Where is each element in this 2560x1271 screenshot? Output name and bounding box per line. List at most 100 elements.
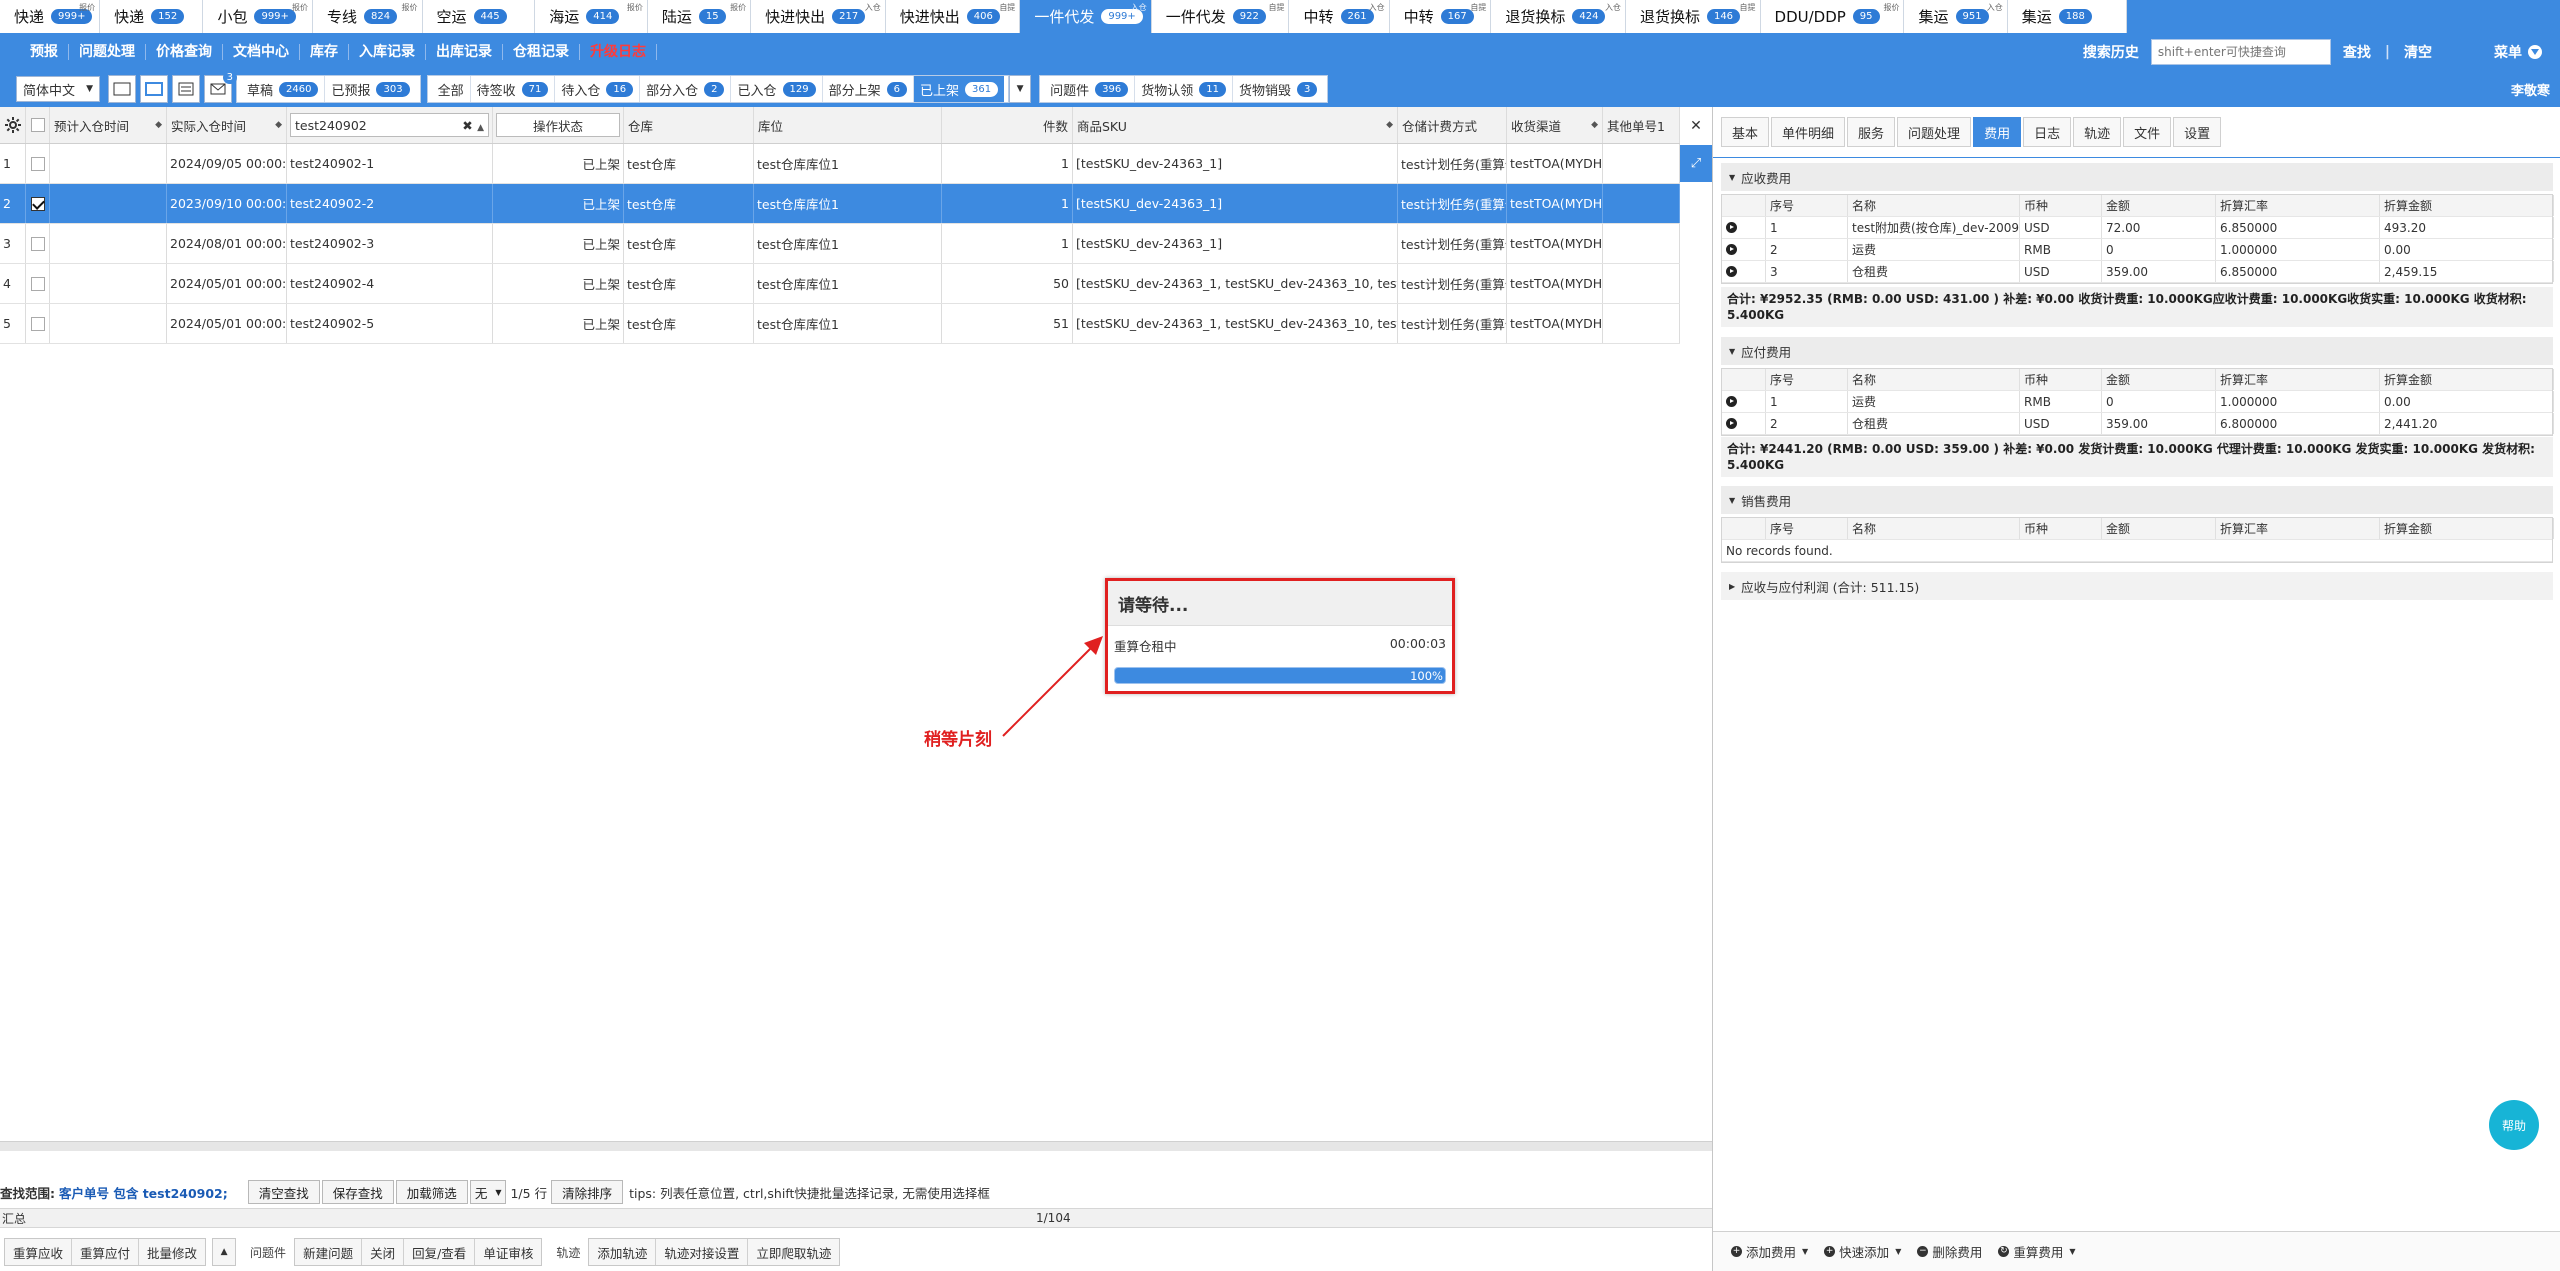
bottom-action-group3-1[interactable]: 添加轨迹 bbox=[589, 1239, 657, 1265]
col-operation-status[interactable]: 操作状态 bbox=[493, 107, 624, 143]
checkbox[interactable] bbox=[30, 196, 45, 211]
col-receiving-channel[interactable]: 收货渠道 ◆ bbox=[1507, 107, 1603, 143]
tab-1[interactable]: 基本 bbox=[1721, 117, 1770, 147]
fee-row[interactable]: 1 运费 RMB 0 1.000000 0.00 bbox=[1722, 391, 2554, 413]
fee-row[interactable]: 2 仓租费 USD 359.00 6.800000 2,441.20 bbox=[1722, 413, 2554, 435]
clear-filter-icon[interactable]: ✖ ▲ bbox=[462, 118, 484, 133]
table-row[interactable]: 3 2024/08/01 00:00:00test240902-3 已上架 test仓… bbox=[0, 224, 1680, 264]
status-filter-group2-7[interactable]: 已上架 361 bbox=[913, 76, 1005, 102]
nav-item-6[interactable]: 入库记录 bbox=[349, 44, 426, 60]
help-button[interactable]: 帮助 bbox=[2489, 1100, 2539, 1150]
horizontal-scrollbar[interactable] bbox=[0, 1141, 1712, 1151]
top-tab-9[interactable]: 快进快出 406 自提 bbox=[885, 0, 1021, 33]
checkbox[interactable] bbox=[30, 236, 45, 251]
top-tab-6[interactable]: 海运 414 报价 bbox=[535, 0, 648, 33]
col-pieces[interactable]: 件数 bbox=[942, 107, 1073, 143]
top-tab-7[interactable]: 陆运 15 报价 bbox=[647, 0, 752, 33]
col-actual-inbound-time[interactable]: 实际入仓时间 ◆ bbox=[167, 107, 287, 143]
fee-row[interactable]: 1 test附加费(按仓库)_dev-20097 USD 72.00 6.850000 4… bbox=[1722, 217, 2554, 239]
top-tab-18[interactable]: 集运 188 bbox=[2007, 0, 2127, 33]
tab-6[interactable]: 日志 bbox=[2023, 117, 2072, 147]
tab-2[interactable]: 单件明细 bbox=[1771, 117, 1846, 147]
profit-section-header[interactable]: ▶ 应收与应付利润 (合计: 511.15) bbox=[1721, 572, 2553, 600]
checkbox[interactable] bbox=[30, 276, 45, 291]
play-icon[interactable] bbox=[1726, 222, 1737, 233]
status-filter-group2-2[interactable]: 待签收 71 bbox=[471, 76, 556, 102]
status-filter-group2-1[interactable]: 全部 bbox=[432, 76, 471, 102]
expand-row-icon[interactable] bbox=[1722, 217, 1766, 238]
filter-select[interactable]: 无 ▼ bbox=[469, 1180, 507, 1204]
expand-row-icon[interactable] bbox=[1722, 413, 1766, 434]
expand-icon[interactable]: ⤢ bbox=[1680, 145, 1712, 182]
table-row[interactable]: 5 2024/05/01 00:00:00test240902-5 已上架 test仓… bbox=[0, 304, 1680, 344]
tab-7[interactable]: 轨迹 bbox=[2073, 117, 2122, 147]
col-billing-method[interactable]: 仓储计费方式 bbox=[1398, 107, 1507, 143]
top-tab-17[interactable]: 集运 951 入仓 bbox=[1904, 0, 2008, 33]
row-checkbox[interactable] bbox=[26, 144, 50, 183]
row-checkbox[interactable] bbox=[26, 224, 50, 263]
row-checkbox[interactable] bbox=[26, 184, 50, 223]
load-filter-button[interactable]: 加载筛选 bbox=[395, 1180, 468, 1204]
fee-action-3[interactable]: − 删除费用 bbox=[1917, 1242, 1982, 1261]
nav-item-5[interactable]: 库存 bbox=[300, 44, 349, 60]
tab-8[interactable]: 文件 bbox=[2123, 117, 2172, 147]
menu-button[interactable]: 菜单 bbox=[2494, 42, 2522, 62]
top-tab-5[interactable]: 空运 445 bbox=[422, 0, 536, 33]
row-checkbox[interactable] bbox=[26, 264, 50, 303]
table-row[interactable]: 2 2023/09/10 00:00:00test240902-2 已上架 test仓… bbox=[0, 184, 1680, 224]
status-filter-group2-6[interactable]: 部分上架 6 bbox=[823, 76, 914, 102]
col-other-number[interactable]: 其他单号1 bbox=[1603, 107, 1680, 143]
quick-search-input[interactable] bbox=[2150, 39, 2331, 65]
fee-action-2[interactable]: + 快速添加 ▼ bbox=[1824, 1242, 1901, 1261]
tab-3[interactable]: 服务 bbox=[1847, 117, 1896, 147]
fee-action-4[interactable]: ↻ 重算费用 ▼ bbox=[1998, 1242, 2076, 1261]
nav-item-9[interactable]: 升级日志 bbox=[580, 44, 657, 60]
bottom-action-group2-4[interactable]: 单证审核 bbox=[475, 1239, 541, 1265]
expand-row-icon[interactable] bbox=[1722, 239, 1766, 260]
search-button[interactable]: 查找 bbox=[2343, 42, 2371, 62]
play-icon[interactable] bbox=[1726, 244, 1737, 255]
play-icon[interactable] bbox=[1726, 266, 1737, 277]
bottom-action-group2-2[interactable]: 关闭 bbox=[362, 1239, 405, 1265]
play-icon[interactable] bbox=[1726, 396, 1737, 407]
clear-button[interactable]: 清空 bbox=[2404, 42, 2432, 62]
close-icon[interactable]: ✕ bbox=[1680, 107, 1712, 145]
col-location[interactable]: 库位 bbox=[754, 107, 942, 143]
nav-item-1[interactable]: 预报 bbox=[0, 44, 69, 60]
col-sku[interactable]: 商品SKU ◆ bbox=[1073, 107, 1398, 143]
status-filter-group3-3[interactable]: 货物销毁 3 bbox=[1233, 76, 1323, 102]
tab-4[interactable]: 问题处理 bbox=[1897, 117, 1972, 147]
more-actions-toggle[interactable]: ▲ bbox=[212, 1238, 237, 1266]
nav-item-3[interactable]: 价格查询 bbox=[146, 44, 223, 60]
table-row[interactable]: 1 2024/09/05 00:00:00test240902-1 已上架 test仓… bbox=[0, 144, 1680, 184]
expand-row-icon[interactable] bbox=[1722, 391, 1766, 412]
nav-item-7[interactable]: 出库记录 bbox=[426, 44, 503, 60]
search-history-link[interactable]: 搜索历史 bbox=[2083, 42, 2139, 62]
top-tab-3[interactable]: 小包 999+ 报价 bbox=[203, 0, 313, 33]
col-warehouse[interactable]: 仓库 bbox=[624, 107, 754, 143]
tab-9[interactable]: 设置 bbox=[2173, 117, 2222, 147]
layout-single-icon[interactable] bbox=[108, 75, 136, 103]
top-tab-12[interactable]: 中转 261 入仓 bbox=[1289, 0, 1390, 33]
status-filter-group2-3[interactable]: 待入仓 16 bbox=[555, 76, 641, 102]
language-select[interactable]: 简体中文 ▼ bbox=[16, 76, 100, 102]
select-all-checkbox[interactable] bbox=[26, 107, 50, 143]
nav-item-8[interactable]: 仓租记录 bbox=[503, 44, 580, 60]
row-checkbox[interactable] bbox=[26, 304, 50, 343]
bottom-action-group1-3[interactable]: 批量修改 bbox=[139, 1239, 205, 1265]
top-tab-1[interactable]: 快递 999+ 报价 bbox=[0, 0, 101, 33]
sales-section-header[interactable]: ▼ 销售费用 bbox=[1721, 486, 2553, 514]
bottom-action-group3-3[interactable]: 立即爬取轨迹 bbox=[748, 1239, 839, 1265]
col-expected-inbound-time[interactable]: 预计入仓时间 ◆ bbox=[50, 107, 167, 143]
chevron-down-icon[interactable] bbox=[2528, 45, 2542, 59]
payable-section-header[interactable]: ▼ 应付费用 bbox=[1721, 337, 2553, 365]
nav-item-4[interactable]: 文档中心 bbox=[223, 44, 300, 60]
expand-row-icon[interactable] bbox=[1722, 261, 1766, 282]
fee-action-1[interactable]: + 添加费用 ▼ bbox=[1731, 1242, 1808, 1261]
top-tab-13[interactable]: 中转 167 自提 bbox=[1389, 0, 1492, 33]
customer-number-filter-input[interactable]: test240902 ✖ ▲ bbox=[290, 113, 489, 137]
bottom-action-group1-1[interactable]: 重算应收 bbox=[5, 1239, 73, 1265]
status-filter-group3-2[interactable]: 货物认领 11 bbox=[1135, 76, 1233, 102]
clear-find-button[interactable]: 清空查找 bbox=[247, 1180, 320, 1204]
mail-icon[interactable]: 3 bbox=[204, 71, 237, 103]
